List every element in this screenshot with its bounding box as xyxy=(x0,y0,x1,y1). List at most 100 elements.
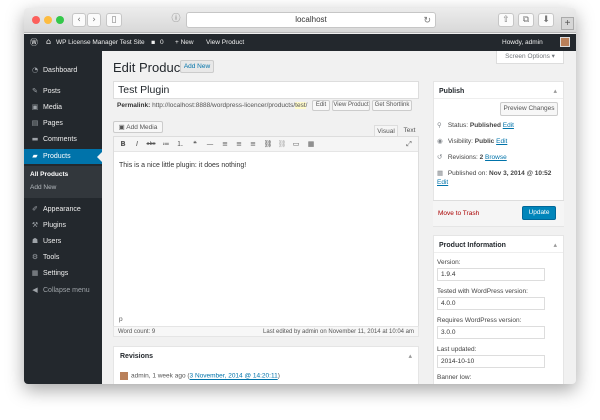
revisions-toggle-icon[interactable]: ▴ xyxy=(408,352,412,360)
sidebar-item-media[interactable]: ▣ Media xyxy=(24,100,102,115)
submenu-all-products[interactable]: All Products xyxy=(30,171,68,178)
strikethrough-icon[interactable]: abc xyxy=(146,140,156,149)
avatar[interactable] xyxy=(560,37,570,47)
published-edit-row: Edit xyxy=(437,179,448,186)
permalink-end: / xyxy=(305,102,308,109)
unlink-icon[interactable]: ⛓ xyxy=(277,140,287,149)
fullscreen-icon[interactable]: ⤢ xyxy=(404,140,414,149)
horizontal-line-icon[interactable]: — xyxy=(205,140,215,149)
tab-text[interactable]: Text xyxy=(400,125,419,136)
comments-icon[interactable]: ▪ xyxy=(151,38,155,46)
word-count: Word count: 9 xyxy=(118,329,156,335)
sidebar-item-label: Media xyxy=(43,104,63,111)
add-media-button[interactable]: ▣ Add Media xyxy=(113,121,163,133)
browse-revisions-link[interactable]: Browse xyxy=(485,154,507,161)
share-button[interactable]: ⇧ xyxy=(498,13,514,27)
italic-icon[interactable]: I xyxy=(132,140,142,149)
sidebar-item-pages[interactable]: ▤ Pages xyxy=(24,116,102,131)
add-new-button[interactable]: Add New xyxy=(180,60,214,73)
published-row: ▦ Published on: Nov 3, 2014 @ 10:52 xyxy=(437,169,551,177)
link-icon[interactable]: ⛓ xyxy=(263,140,273,149)
sidebar-item-comments[interactable]: ▬ Comments xyxy=(24,132,102,147)
sidebar-item-settings[interactable]: ▦ Settings xyxy=(24,266,102,281)
tab-visual[interactable]: Visual xyxy=(374,125,398,136)
visibility-value: Public xyxy=(474,138,495,145)
brush-icon: ✐ xyxy=(32,205,38,213)
new-tab-button[interactable]: + xyxy=(561,17,574,30)
sidebar-item-plugins[interactable]: ⚒ Plugins xyxy=(24,218,102,233)
bullet-list-icon[interactable]: ≔ xyxy=(161,140,171,149)
howdy-text[interactable]: Howdy, admin xyxy=(502,39,543,46)
products-submenu: All Products Add New xyxy=(24,166,102,198)
new-content-link[interactable]: + New xyxy=(175,39,194,46)
revision-link[interactable]: 3 November, 2014 @ 14:20:11 xyxy=(190,373,278,380)
site-info-button[interactable]: ⓘ xyxy=(169,13,183,27)
maximize-window-button[interactable] xyxy=(56,16,64,24)
forward-button[interactable]: › xyxy=(87,13,101,27)
visibility-edit-link[interactable]: Edit xyxy=(496,138,507,145)
blockquote-icon[interactable]: ❝ xyxy=(190,140,200,149)
status-label: Status: xyxy=(447,122,469,129)
divider xyxy=(434,252,563,253)
revision-suffix: ) xyxy=(277,372,280,380)
update-button[interactable]: Update xyxy=(522,206,556,220)
screen-options-button[interactable]: Screen Options ▾ xyxy=(496,51,564,64)
sidebar-item-users[interactable]: ☗ Users xyxy=(24,234,102,249)
divider xyxy=(434,98,563,99)
collapse-menu-label: Collapse menu xyxy=(43,287,90,294)
status-edit-link[interactable]: Edit xyxy=(503,122,514,129)
tabs-button[interactable]: ⧉ xyxy=(518,13,534,27)
forward-icon: › xyxy=(92,15,96,25)
reload-icon[interactable]: ↻ xyxy=(423,13,431,27)
sidebar-item-products[interactable]: ▰ Products xyxy=(24,149,102,164)
align-center-icon[interactable]: ≡ xyxy=(234,140,244,149)
back-button[interactable]: ‹ xyxy=(72,13,86,27)
align-right-icon[interactable]: ≡ xyxy=(248,140,258,149)
admin-sidebar: ◔ Dashboard ✎ Posts ▣ Media ▤ Pages ▬ Co… xyxy=(24,51,102,384)
dashboard-icon: ◔ xyxy=(31,66,39,74)
toolbar-toggle-icon[interactable]: ▦ xyxy=(306,140,316,149)
view-product-link[interactable]: View Product xyxy=(206,39,244,46)
last-updated-input[interactable]: 2014-10-10 xyxy=(437,355,545,368)
wordpress-logo-icon[interactable]: Ⓦ xyxy=(30,37,38,48)
sidebar-item-dashboard[interactable]: ◔ Dashboard xyxy=(24,63,102,78)
read-more-icon[interactable]: ▭ xyxy=(291,140,301,149)
move-to-trash-link[interactable]: Move to Trash xyxy=(438,210,479,217)
product-info-toggle-icon[interactable]: ▴ xyxy=(553,241,557,249)
requires-input[interactable]: 3.0.0 xyxy=(437,326,545,339)
preview-changes-button[interactable]: Preview Changes xyxy=(500,102,558,116)
publish-toggle-icon[interactable]: ▴ xyxy=(553,87,557,95)
version-input[interactable]: 1.9.4 xyxy=(437,268,545,281)
sidebar-item-appearance[interactable]: ✐ Appearance xyxy=(24,202,102,217)
site-name-link[interactable]: WP License Manager Test Site xyxy=(56,39,145,46)
permalink-slug[interactable]: test xyxy=(295,102,306,109)
post-title-input[interactable]: Test Plugin xyxy=(113,81,419,99)
numbered-list-icon[interactable]: ⒈ xyxy=(175,140,185,149)
edit-permalink-button[interactable]: Edit xyxy=(312,100,330,111)
status-row: ⚲ Status: Published Edit xyxy=(437,121,514,129)
submenu-add-new[interactable]: Add New xyxy=(30,184,56,191)
align-left-icon[interactable]: ≡ xyxy=(220,140,230,149)
collapse-menu-button[interactable]: ◀ Collapse menu xyxy=(24,283,102,298)
view-product-button[interactable]: View Product xyxy=(332,100,370,111)
get-shortlink-button[interactable]: Get Shortlink xyxy=(372,100,412,111)
sidebar-item-posts[interactable]: ✎ Posts xyxy=(24,84,102,99)
comments-count: 0 xyxy=(160,39,164,46)
tested-input[interactable]: 4.0.0 xyxy=(437,297,545,310)
sidebar-item-tools[interactable]: ⚙ Tools xyxy=(24,250,102,265)
visibility-label: Visibility: xyxy=(447,138,473,145)
sidebar-item-label: Pages xyxy=(43,120,63,127)
minimize-window-button[interactable] xyxy=(44,16,52,24)
permalink-url[interactable]: http://localhost:8888/wordpress-licencer… xyxy=(152,102,295,109)
add-media-label: Add Media xyxy=(126,124,158,131)
downloads-button[interactable]: ⬇ xyxy=(538,13,554,27)
close-window-button[interactable] xyxy=(32,16,40,24)
sidebar-toggle-button[interactable]: ▯ xyxy=(106,13,122,27)
address-bar[interactable]: localhost ↻ xyxy=(186,12,436,28)
bold-icon[interactable]: B xyxy=(118,140,128,149)
download-icon: ⬇ xyxy=(542,15,550,25)
pin-icon: ⚲ xyxy=(437,121,442,129)
published-edit-link[interactable]: Edit xyxy=(437,179,448,186)
editor-content[interactable]: This is a nice little plugin: it does no… xyxy=(119,162,246,169)
comments-icon: ▬ xyxy=(31,135,39,143)
